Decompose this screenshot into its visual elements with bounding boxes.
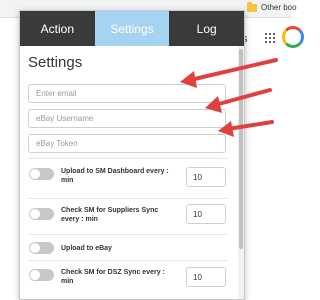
tab-action[interactable]: Action [20,11,95,46]
interval-input-suppliers-sync[interactable]: 10 [186,204,226,224]
setting-row-dsz-sync: Check SM for DSZ Sync every : min 10 [28,260,228,299]
bookmark-other[interactable]: Other boo [261,3,297,12]
interval-input-dsz-sync[interactable]: 10 [186,267,226,287]
interval-input-sm-dashboard[interactable]: 10 [186,167,226,187]
email-field[interactable] [28,84,226,103]
folder-icon [247,2,257,12]
tab-bar: Action Settings Log [20,11,244,46]
toggle-upload-ebay[interactable] [29,242,54,254]
toggle-dsz-sync[interactable] [29,269,54,281]
tab-log[interactable]: Log [169,11,244,46]
setting-label: Upload to eBay [61,245,112,252]
google-icon[interactable] [282,26,304,48]
setting-row-suppliers-sync: Check SM for Suppliers Sync every : min … [28,198,228,234]
page-title: Settings [28,54,83,71]
ebay-token-field[interactable] [28,134,226,153]
scrollbar-thumb[interactable] [239,49,243,249]
tab-settings[interactable]: Settings [94,11,170,46]
toggle-sm-dashboard[interactable] [29,168,54,180]
scrollbar[interactable] [238,46,244,299]
setting-row-sm-dashboard: Upload to SM Dashboard every : min 10 [28,158,228,198]
setting-label: Upload to SM Dashboard every : min [61,168,169,184]
toggle-suppliers-sync[interactable] [29,208,54,220]
setting-label: Check SM for DSZ Sync every : min [61,269,165,285]
setting-row-upload-ebay: Upload to eBay [28,234,228,260]
apps-grid-icon[interactable] [265,33,275,43]
settings-panel: Settings Upload to SM Dashboard every : … [20,46,238,299]
setting-label: Check SM for Suppliers Sync every : min [61,207,159,223]
ebay-username-field[interactable] [28,109,226,128]
extension-popup: Action Settings Log Settings Upload to S… [19,10,245,300]
